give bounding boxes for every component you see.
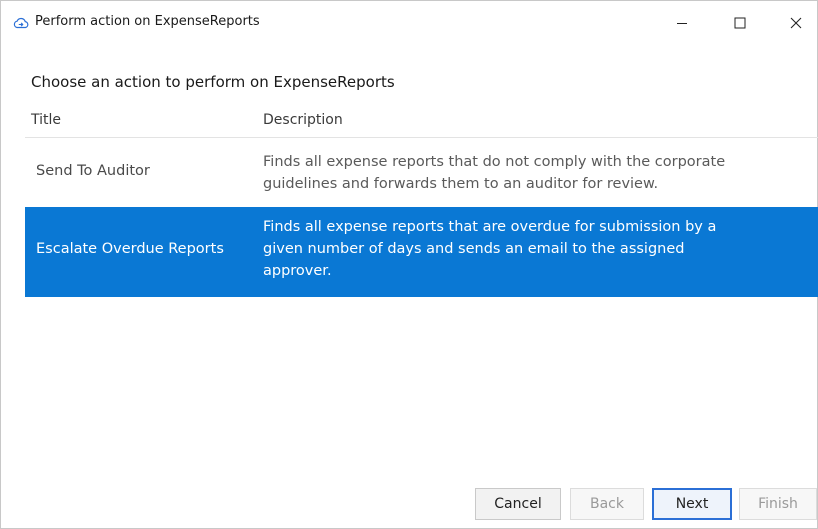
description-line: given number of days and sends an email … <box>263 241 685 257</box>
cancel-button[interactable]: Cancel <box>475 488 561 520</box>
minimize-icon <box>677 23 687 24</box>
description-line: Finds all expense reports that are overd… <box>263 219 717 235</box>
back-button[interactable]: Back <box>570 488 644 520</box>
maximize-button[interactable] <box>717 1 763 45</box>
action-title: Escalate Overdue Reports <box>36 241 224 257</box>
column-header-title[interactable]: Title <box>31 112 61 128</box>
action-row-send-to-auditor[interactable]: Send To Auditor Finds all expense report… <box>25 143 818 203</box>
dialog-window: Perform action on ExpenseReports Choose … <box>0 0 818 529</box>
close-icon <box>790 17 802 29</box>
action-description: Finds all expense reports that do not co… <box>263 151 803 195</box>
action-description: Finds all expense reports that are overd… <box>263 216 803 282</box>
column-header-description[interactable]: Description <box>263 112 343 128</box>
description-line: Finds all expense reports that do not co… <box>263 154 726 170</box>
dialog-heading: Choose an action to perform on ExpenseRe… <box>31 73 395 91</box>
action-row-escalate-overdue-reports[interactable]: Escalate Overdue Reports Finds all expen… <box>25 207 818 297</box>
finish-button[interactable]: Finish <box>739 488 817 520</box>
header-divider <box>25 137 818 138</box>
minimize-button[interactable] <box>659 1 705 45</box>
cloud-icon <box>13 17 29 29</box>
description-line: guidelines and forwards them to an audit… <box>263 176 659 192</box>
title-bar: Perform action on ExpenseReports <box>1 1 817 45</box>
window-title: Perform action on ExpenseReports <box>35 14 260 29</box>
action-title: Send To Auditor <box>36 163 150 179</box>
close-button[interactable] <box>773 1 818 45</box>
description-line: approver. <box>263 263 332 279</box>
next-button[interactable]: Next <box>652 488 732 520</box>
maximize-icon <box>734 17 746 29</box>
